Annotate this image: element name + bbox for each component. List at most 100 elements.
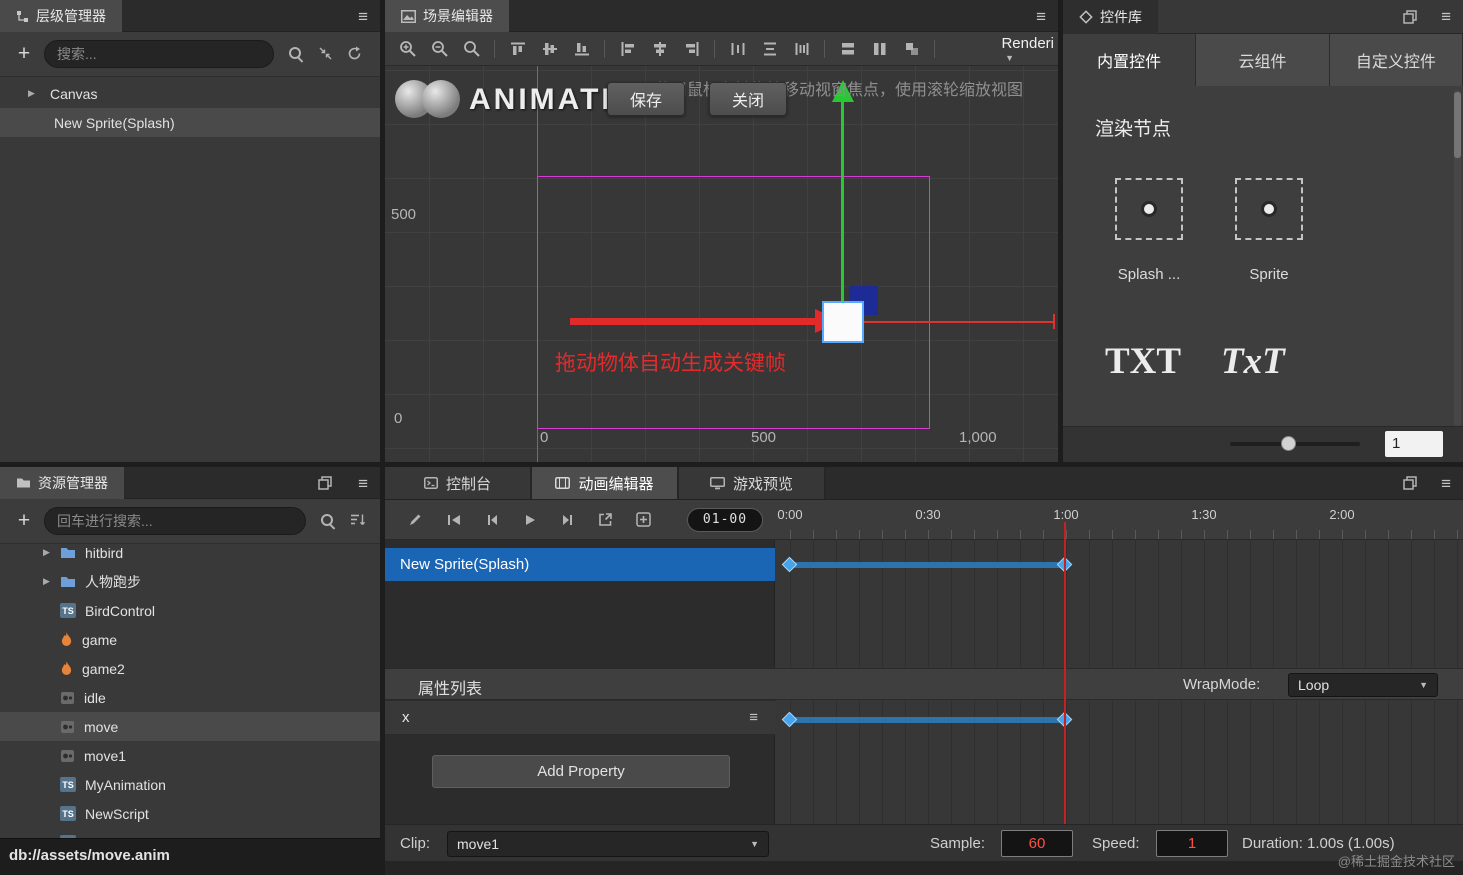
playhead-line[interactable] (1064, 522, 1066, 824)
assets-tab[interactable]: 资源管理器 (0, 467, 124, 499)
align-center-icon[interactable] (647, 37, 672, 61)
zoom-out-icon[interactable] (427, 37, 452, 61)
wrapmode-dropdown[interactable]: Loop ▼ (1288, 673, 1438, 697)
dock-icon[interactable] (318, 476, 332, 490)
asset-item-game2[interactable]: game2 (0, 654, 380, 683)
search-icon[interactable] (320, 513, 336, 529)
current-frame-display[interactable]: 01-00 (687, 507, 763, 532)
previous-frame-icon[interactable] (479, 508, 504, 532)
tab-custom-widgets[interactable]: 自定义控件 (1329, 34, 1463, 86)
assets-status-bar: db://assets/move.anim (0, 838, 380, 875)
asset-item-myanimation[interactable]: TS MyAnimation (0, 770, 380, 799)
scene-canvas[interactable]: 500 0 0 500 1,000 ANIMATE 使用鼠标左键拖拽移动视窗焦点… (385, 66, 1058, 462)
add-asset-button[interactable]: + (12, 508, 36, 534)
tree-item-canvas[interactable]: ▶ Canvas (0, 79, 380, 108)
hierarchy-search-input[interactable] (44, 40, 274, 68)
asset-item-game[interactable]: game (0, 625, 380, 654)
richtext-widget-item[interactable]: TxT (1221, 340, 1285, 383)
play-icon[interactable] (517, 508, 542, 532)
tab-console[interactable]: 控制台 (385, 467, 532, 499)
dropdown-caret-icon: ▼ (750, 839, 759, 849)
match-height-icon[interactable] (867, 37, 892, 61)
zoom-reset-icon[interactable] (459, 37, 484, 61)
refresh-icon[interactable] (347, 46, 362, 61)
console-icon (423, 477, 438, 489)
flame-icon (61, 661, 72, 675)
scene-editor-tab[interactable]: 场景编辑器 (385, 0, 509, 32)
collapse-all-icon[interactable] (318, 46, 333, 61)
close-button[interactable]: 关闭 (709, 82, 787, 116)
asset-item-hitbird[interactable]: ▶ hitbird (0, 544, 380, 567)
keyframe-span[interactable] (790, 717, 1065, 723)
add-node-button[interactable]: + (12, 41, 36, 67)
search-icon[interactable] (288, 46, 304, 62)
align-bottom-icon[interactable] (569, 37, 594, 61)
sample-input[interactable] (1001, 830, 1073, 857)
keyframe-diamond[interactable] (781, 711, 798, 728)
scene-tabbar: 场景编辑器 ≡ (385, 0, 1058, 32)
edit-animation-icon[interactable] (403, 508, 428, 532)
asset-item-idle[interactable]: idle (0, 683, 380, 712)
bottom-menu-icon[interactable]: ≡ (1441, 475, 1451, 492)
tab-builtin-widgets[interactable]: 内置控件 (1063, 34, 1197, 86)
asset-item-birdcontrol[interactable]: TS BirdControl (0, 596, 380, 625)
align-left-icon[interactable] (615, 37, 640, 61)
distribute-horizontal-icon[interactable] (725, 37, 750, 61)
speed-input[interactable] (1156, 830, 1228, 857)
add-keyframe-icon[interactable] (631, 508, 656, 532)
rendering-dropdown[interactable]: Renderi (1001, 35, 1054, 52)
sort-icon[interactable] (350, 513, 366, 527)
align-right-icon[interactable] (679, 37, 704, 61)
tree-item-new-sprite[interactable]: New Sprite(Splash) (0, 108, 380, 137)
space-evenly-icon[interactable] (789, 37, 814, 61)
next-frame-icon[interactable] (555, 508, 580, 532)
zoom-value-field[interactable]: 1 (1385, 431, 1443, 457)
hierarchy-tab[interactable]: 层级管理器 (0, 0, 122, 32)
asset-item-playercontrol[interactable]: TS PlayerControl (0, 828, 380, 838)
property-menu-icon[interactable]: ≡ (749, 710, 758, 725)
dock-icon[interactable] (1403, 10, 1417, 24)
sprite-widget-label: Sprite (1249, 266, 1289, 283)
zoom-slider-handle[interactable] (1281, 436, 1296, 451)
asset-item-move1[interactable]: move1 (0, 741, 380, 770)
assets-menu-icon[interactable]: ≡ (358, 475, 368, 492)
sprite-node[interactable] (822, 301, 864, 343)
keyframe-diamond[interactable] (781, 556, 798, 573)
tab-game-preview[interactable]: 游戏预览 (679, 467, 826, 499)
expand-arrow-icon[interactable]: ▶ (28, 88, 35, 99)
dock-icon[interactable] (1403, 476, 1417, 490)
property-row-x[interactable]: x ≡ (385, 701, 775, 735)
rendering-caret-icon[interactable]: ▼ (1005, 53, 1014, 63)
splash-widget-item[interactable] (1115, 178, 1183, 240)
asset-item-folder-run[interactable]: ▶ 人物跑步 (0, 567, 380, 596)
tab-animation-editor[interactable]: 动画编辑器 (532, 467, 679, 499)
expand-arrow-icon[interactable]: ▶ (43, 576, 50, 587)
track-row-selected[interactable]: New Sprite(Splash) (385, 548, 775, 581)
align-top-icon[interactable] (505, 37, 530, 61)
sprite-widget-item[interactable] (1235, 178, 1303, 240)
match-size-icon[interactable] (899, 37, 924, 61)
save-button[interactable]: 保存 (607, 82, 685, 116)
asset-item-move[interactable]: move (0, 712, 380, 741)
widget-library-tab[interactable]: 控件库 (1063, 0, 1158, 34)
expand-arrow-icon[interactable]: ▶ (43, 547, 50, 558)
distribute-vertical-icon[interactable] (757, 37, 782, 61)
match-width-icon[interactable] (835, 37, 860, 61)
add-property-button[interactable]: Add Property (432, 755, 730, 788)
tab-cloud-components[interactable]: 云组件 (1196, 34, 1330, 86)
zoom-in-icon[interactable] (395, 37, 420, 61)
open-external-icon[interactable] (593, 508, 618, 532)
scene-menu-icon[interactable]: ≡ (1036, 8, 1046, 25)
clip-dropdown[interactable]: move1 ▼ (447, 831, 769, 857)
assets-search-input[interactable] (44, 507, 306, 535)
asset-item-newscript[interactable]: TS NewScript (0, 799, 380, 828)
rewind-to-start-icon[interactable] (441, 508, 466, 532)
hierarchy-icon (17, 10, 28, 22)
align-middle-icon[interactable] (537, 37, 562, 61)
label-widget-item[interactable]: TXT (1105, 340, 1181, 383)
timeline-ruler[interactable]: 0:00 0:30 1:00 1:30 2:00 (775, 500, 1463, 540)
keyframe-span[interactable] (790, 562, 1065, 568)
hierarchy-menu-icon[interactable]: ≡ (358, 8, 368, 25)
widget-library-menu-icon[interactable]: ≡ (1441, 8, 1451, 25)
scrollbar-thumb[interactable] (1454, 92, 1461, 158)
